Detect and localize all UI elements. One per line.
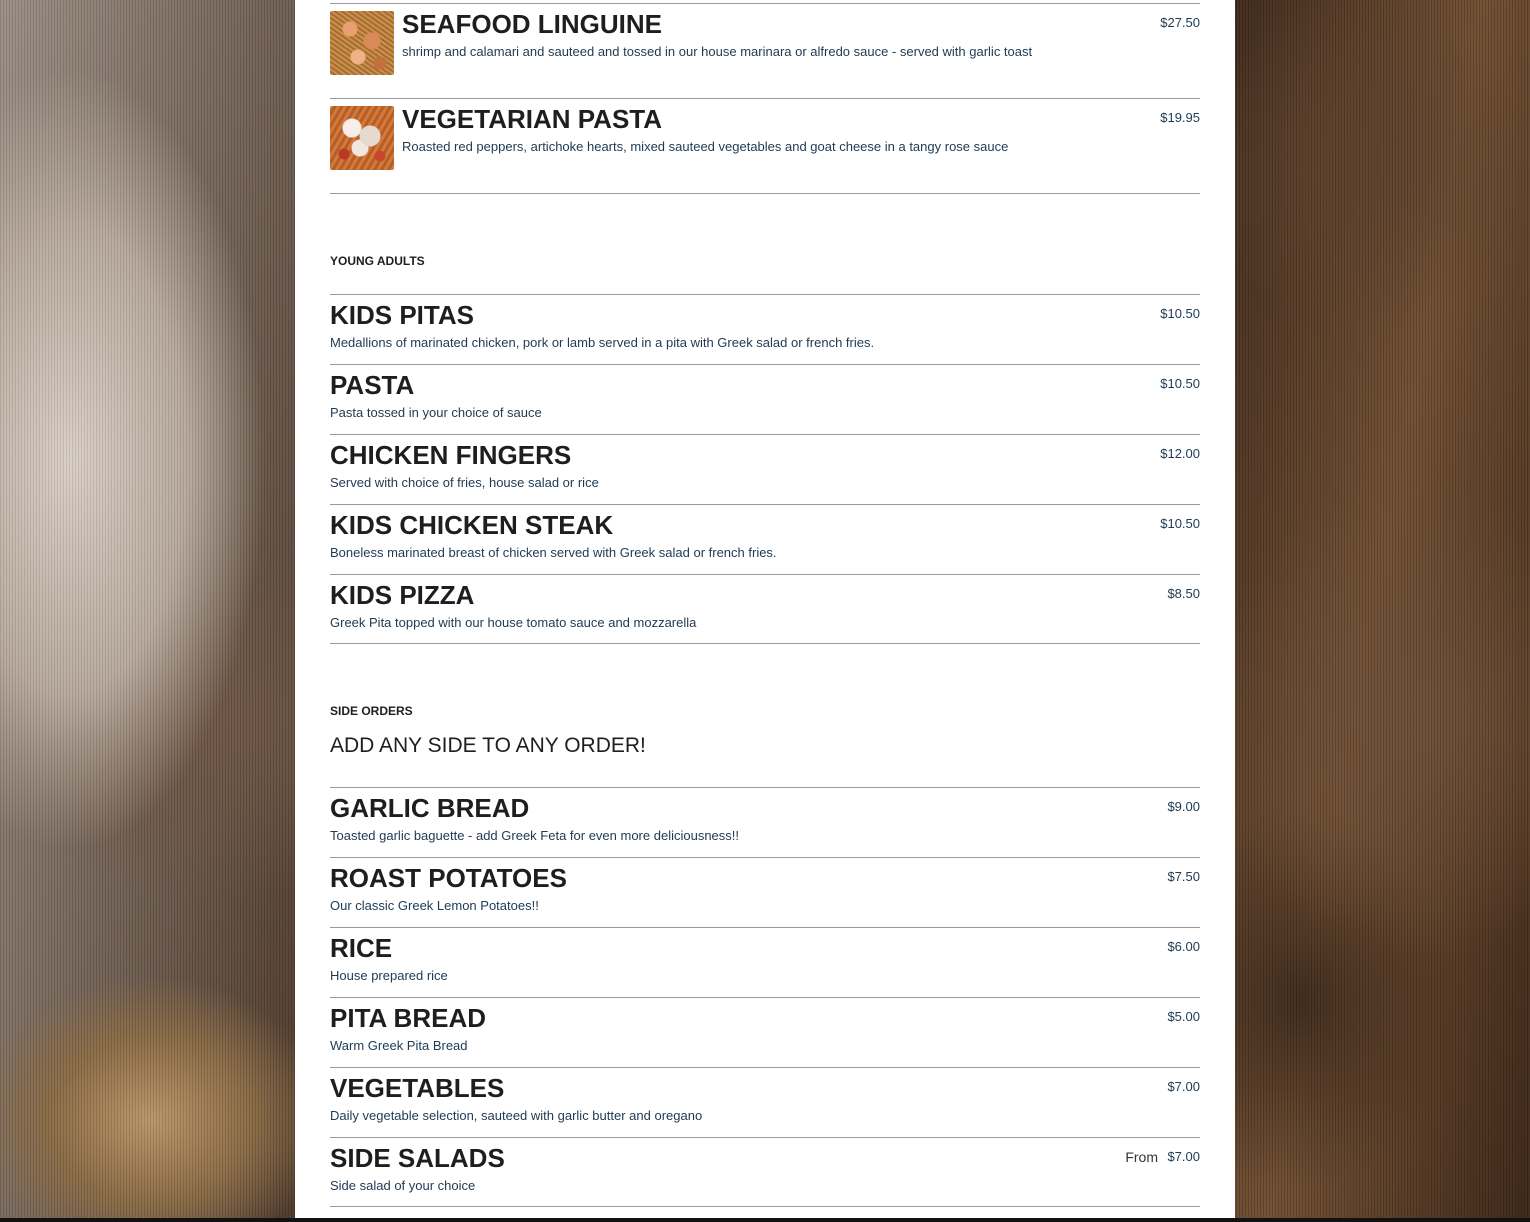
item-price: $19.95 xyxy=(1160,110,1200,125)
item-price: $27.50 xyxy=(1160,15,1200,30)
item-body: ROAST POTATOES Our classic Greek Lemon P… xyxy=(330,858,1200,914)
item-name: KIDS PITAS xyxy=(330,300,474,330)
item-body: KIDS CHICKEN STEAK Boneless marinated br… xyxy=(330,505,1200,561)
item-price: $6.00 xyxy=(1167,939,1200,954)
item-description: Warm Greek Pita Bread xyxy=(330,1038,468,1053)
item-name: SEAFOOD LINGUINE xyxy=(402,9,663,39)
item-description: Medallions of marinated chicken, pork or… xyxy=(330,335,875,350)
bottom-edge xyxy=(0,1218,1530,1222)
item-body: SEAFOOD LINGUINE shrimp and calamari and… xyxy=(402,4,1200,60)
item-description: Greek Pita topped with our house tomato … xyxy=(330,615,697,630)
item-name: CHICKEN FINGERS xyxy=(330,440,572,470)
item-name: GARLIC BREAD xyxy=(330,793,530,823)
menu-panel: SEAFOOD LINGUINE shrimp and calamari and… xyxy=(295,0,1235,1218)
item-name: KIDS CHICKEN STEAK xyxy=(330,510,614,540)
item-description: Served with choice of fries, house salad… xyxy=(330,475,599,490)
item-name: PASTA xyxy=(330,370,415,400)
item-price: $7.00 xyxy=(1167,1149,1200,1164)
item-price: $5.00 xyxy=(1167,1009,1200,1024)
menu-item-kids-pizza[interactable]: KIDS PIZZA Greek Pita topped with our ho… xyxy=(330,574,1200,644)
menu-item-garlic-bread[interactable]: GARLIC BREAD Toasted garlic baguette - a… xyxy=(330,787,1200,857)
menu-item-chicken-fingers[interactable]: CHICKEN FINGERS Served with choice of fr… xyxy=(330,434,1200,504)
item-body: SIDE SALADS Side salad of your choice xyxy=(330,1138,1200,1194)
item-body: GARLIC BREAD Toasted garlic baguette - a… xyxy=(330,788,1200,844)
item-name: VEGETABLES xyxy=(330,1073,505,1103)
item-description: Roasted red peppers, artichoke hearts, m… xyxy=(402,139,1009,154)
item-name: PITA BREAD xyxy=(330,1003,486,1033)
menu-item-kids-pitas[interactable]: KIDS PITAS Medallions of marinated chick… xyxy=(330,294,1200,364)
item-body: VEGETABLES Daily vegetable selection, sa… xyxy=(330,1068,1200,1124)
item-description: Our classic Greek Lemon Potatoes!! xyxy=(330,898,539,913)
item-body: RICE House prepared rice xyxy=(330,928,1200,984)
item-body: VEGETARIAN PASTA Roasted red peppers, ar… xyxy=(402,99,1200,155)
menu-item-pita-bread[interactable]: PITA BREAD Warm Greek Pita Bread $5.00 xyxy=(330,997,1200,1067)
seafood-linguine-photo[interactable] xyxy=(330,11,394,75)
item-price: $12.00 xyxy=(1160,446,1200,461)
section-note: ADD ANY SIDE TO ANY ORDER! xyxy=(330,734,646,757)
item-body: PASTA Pasta tossed in your choice of sau… xyxy=(330,365,1200,421)
item-price: $10.50 xyxy=(1160,376,1200,391)
item-description: Side salad of your choice xyxy=(330,1178,476,1193)
menu-item-pasta[interactable]: PASTA Pasta tossed in your choice of sau… xyxy=(330,364,1200,434)
menu-item-kids-chicken-steak[interactable]: KIDS CHICKEN STEAK Boneless marinated br… xyxy=(330,504,1200,574)
item-body: CHICKEN FINGERS Served with choice of fr… xyxy=(330,435,1200,491)
item-name: VEGETARIAN PASTA xyxy=(402,104,663,134)
item-name: SIDE SALADS xyxy=(330,1143,505,1173)
item-price: $8.50 xyxy=(1167,586,1200,601)
item-description: Pasta tossed in your choice of sauce xyxy=(330,405,542,420)
item-price: $10.50 xyxy=(1160,516,1200,531)
price-from-label: From xyxy=(1125,1149,1158,1165)
item-body: KIDS PITAS Medallions of marinated chick… xyxy=(330,295,1200,351)
item-price: $7.50 xyxy=(1167,869,1200,884)
item-name: ROAST POTATOES xyxy=(330,863,567,893)
vegetarian-pasta-photo[interactable] xyxy=(330,106,394,170)
menu-item-vegetables[interactable]: VEGETABLES Daily vegetable selection, sa… xyxy=(330,1067,1200,1137)
item-description: Toasted garlic baguette - add Greek Feta… xyxy=(330,828,739,843)
item-description: Daily vegetable selection, sauteed with … xyxy=(330,1108,703,1123)
item-body: PITA BREAD Warm Greek Pita Bread xyxy=(330,998,1200,1054)
item-description: Boneless marinated breast of chicken ser… xyxy=(330,545,777,560)
section-side-orders: SIDE ORDERS ADD ANY SIDE TO ANY ORDER! G… xyxy=(330,704,1200,1207)
item-description: shrimp and calamari and sauteed and toss… xyxy=(402,44,1033,59)
item-price: $9.00 xyxy=(1167,799,1200,814)
item-description: House prepared rice xyxy=(330,968,448,983)
item-body: KIDS PIZZA Greek Pita topped with our ho… xyxy=(330,575,1200,631)
item-name: RICE xyxy=(330,933,393,963)
menu-item-vegetarian-pasta[interactable]: VEGETARIAN PASTA Roasted red peppers, ar… xyxy=(330,98,1200,193)
menu-item-rice[interactable]: RICE House prepared rice $6.00 xyxy=(330,927,1200,997)
section-title: YOUNG ADULTS xyxy=(330,254,425,268)
item-price: $7.00 xyxy=(1167,1079,1200,1094)
section-title: SIDE ORDERS xyxy=(330,704,413,718)
section-young-adults: YOUNG ADULTS KIDS PITAS Medallions of ma… xyxy=(330,254,1200,644)
menu-item-side-salads[interactable]: SIDE SALADS Side salad of your choice Fr… xyxy=(330,1137,1200,1207)
menu-item-roast-potatoes[interactable]: ROAST POTATOES Our classic Greek Lemon P… xyxy=(330,857,1200,927)
menu-item-seafood-linguine[interactable]: SEAFOOD LINGUINE shrimp and calamari and… xyxy=(330,3,1200,98)
item-name: KIDS PIZZA xyxy=(330,580,475,610)
item-price: $10.50 xyxy=(1160,306,1200,321)
menu-content: SEAFOOD LINGUINE shrimp and calamari and… xyxy=(330,3,1200,1207)
